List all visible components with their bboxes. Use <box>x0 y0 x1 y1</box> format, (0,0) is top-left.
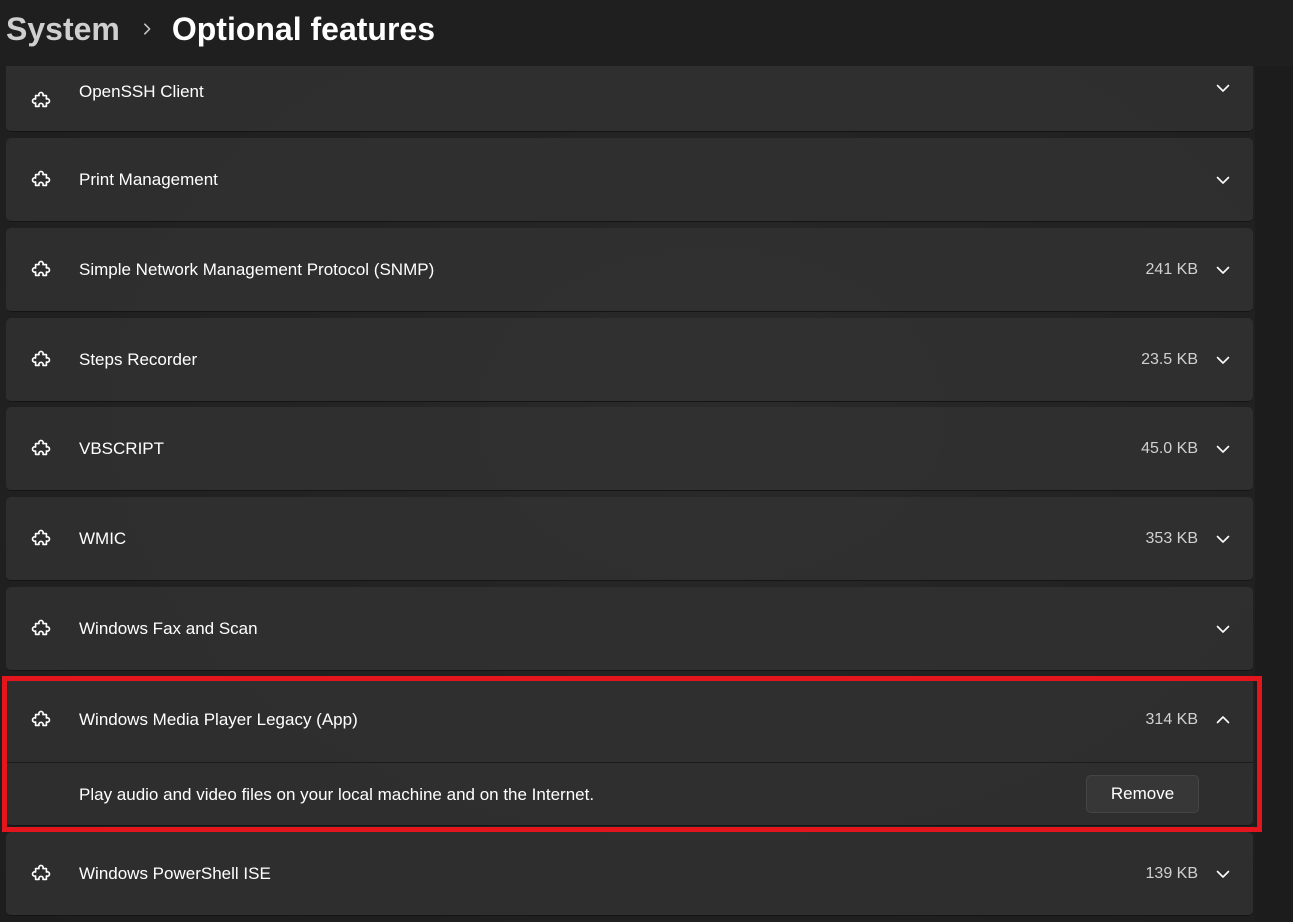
puzzle-piece-icon <box>28 616 54 642</box>
feature-name: WMIC <box>79 529 127 548</box>
remove-button[interactable]: Remove <box>1086 775 1199 813</box>
feature-size: 45.0 KB <box>1141 440 1198 457</box>
page-title: Optional features <box>171 10 435 47</box>
puzzle-piece-icon <box>28 436 54 462</box>
puzzle-piece-icon <box>28 526 54 552</box>
feature-name: Windows PowerShell ISE <box>79 864 271 883</box>
chevron-right-icon <box>140 22 154 36</box>
chevron-down-icon[interactable] <box>1215 352 1231 368</box>
feature-card-wmic[interactable]: WMIC 353 KB <box>6 497 1253 581</box>
feature-card-vbscript[interactable]: VBSCRIPT 45.0 KB <box>6 407 1253 491</box>
puzzle-piece-icon <box>28 707 54 733</box>
feature-size: 139 KB <box>1145 865 1198 882</box>
breadcrumb: System Optional features <box>6 6 435 52</box>
puzzle-piece-icon <box>28 861 54 887</box>
feature-name: Windows Fax and Scan <box>79 619 258 638</box>
chevron-up-icon[interactable] <box>1215 712 1231 728</box>
puzzle-piece-icon <box>28 167 54 193</box>
feature-size: 23.5 KB <box>1141 351 1198 368</box>
feature-card-steps-recorder[interactable]: Steps Recorder 23.5 KB <box>6 318 1253 402</box>
chevron-down-icon[interactable] <box>1215 172 1231 188</box>
feature-card-windows-fax-and-scan[interactable]: Windows Fax and Scan <box>6 587 1253 671</box>
feature-size: 353 KB <box>1145 530 1198 547</box>
feature-card-print-management[interactable]: Print Management <box>6 138 1253 222</box>
feature-size: 314 KB <box>1145 711 1198 728</box>
optional-features-list: OpenSSH Client Print Management Simple N… <box>0 0 1293 922</box>
chevron-down-icon[interactable] <box>1215 80 1231 96</box>
feature-name: Simple Network Management Protocol (SNMP… <box>79 260 435 279</box>
puzzle-piece-icon <box>28 257 54 283</box>
feature-name: VBSCRIPT <box>79 439 165 458</box>
feature-name: OpenSSH Client <box>79 82 204 101</box>
feature-details: Play audio and video files on your local… <box>6 762 1253 827</box>
puzzle-piece-icon <box>28 88 54 114</box>
chevron-down-icon[interactable] <box>1215 441 1231 457</box>
chevron-down-icon[interactable] <box>1215 531 1231 547</box>
feature-name: Print Management <box>79 170 218 189</box>
feature-name: Steps Recorder <box>79 350 198 369</box>
chevron-down-icon[interactable] <box>1215 262 1231 278</box>
chevron-down-icon[interactable] <box>1215 866 1231 882</box>
feature-description: Play audio and video files on your local… <box>79 785 595 804</box>
feature-card-windows-powershell-ise[interactable]: Windows PowerShell ISE 139 KB <box>6 832 1253 916</box>
chevron-down-icon[interactable] <box>1215 621 1231 637</box>
feature-size: 241 KB <box>1145 261 1198 278</box>
feature-name: Windows Media Player Legacy (App) <box>79 710 358 729</box>
breadcrumb-parent[interactable]: System <box>6 11 120 48</box>
puzzle-piece-icon <box>28 347 54 373</box>
feature-card-snmp[interactable]: Simple Network Management Protocol (SNMP… <box>6 228 1253 312</box>
feature-card-windows-media-player-legacy[interactable]: Windows Media Player Legacy (App) 314 KB… <box>6 678 1253 826</box>
